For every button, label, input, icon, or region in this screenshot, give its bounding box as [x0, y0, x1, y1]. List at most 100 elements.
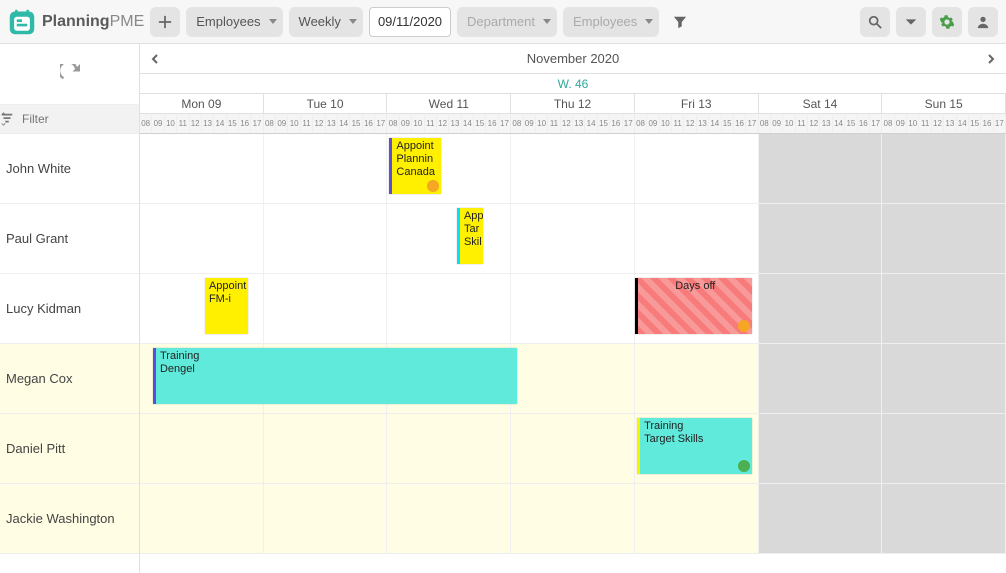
event-text: Days off — [642, 280, 748, 293]
chevron-down-icon — [543, 19, 551, 24]
prev-period-button[interactable] — [140, 44, 170, 74]
hour-header: 12 — [932, 114, 944, 133]
department-filter[interactable]: Department — [457, 7, 557, 37]
more-button[interactable] — [896, 7, 926, 37]
hour-header: 10 — [783, 114, 795, 133]
hour-header: 15 — [722, 114, 734, 133]
employees-filter[interactable]: Employees — [563, 7, 659, 37]
resource-type-select[interactable]: Employees — [186, 7, 282, 37]
schedule-row[interactable]: AppointFM-i Days off — [140, 274, 1006, 344]
hour-header: 16 — [610, 114, 622, 133]
hour-header: 15 — [350, 114, 362, 133]
hour-header: 12 — [190, 114, 202, 133]
hour-header: 16 — [239, 114, 251, 133]
app-name: PlanningPME — [42, 13, 144, 31]
status-badge — [427, 180, 439, 192]
filter-button[interactable] — [665, 7, 695, 37]
day-header[interactable]: Tue 10 — [264, 94, 388, 113]
hour-header: 16 — [981, 114, 993, 133]
schedule-row[interactable]: AppTarSkil — [140, 204, 1006, 274]
resource-row[interactable]: John White — [0, 134, 139, 204]
filter-row — [0, 104, 139, 134]
event-text: Training — [160, 350, 513, 363]
day-header[interactable]: Thu 12 — [511, 94, 635, 113]
hour-header: 11 — [672, 114, 684, 133]
resource-type-label: Employees — [196, 14, 260, 29]
day-header[interactable]: Sat 14 — [759, 94, 883, 113]
event[interactable]: TrainingTarget Skills — [637, 418, 752, 474]
refresh-button[interactable] — [0, 44, 139, 104]
hour-header: 13 — [449, 114, 461, 133]
day-header[interactable]: Mon 09 — [140, 94, 264, 113]
schedule-row[interactable]: TrainingTarget Skills — [140, 414, 1006, 484]
resource-row[interactable]: Megan Cox — [0, 344, 139, 414]
day-header-row: Mon 09Tue 10Wed 11Thu 12Fri 13Sat 14Sun … — [140, 94, 1006, 114]
event[interactable]: AppointFM-i — [205, 278, 248, 334]
event-text: Target Skills — [644, 433, 748, 446]
hour-header: 16 — [734, 114, 746, 133]
hour-header: 09 — [895, 114, 907, 133]
hour-header: 13 — [573, 114, 585, 133]
hour-header: 12 — [808, 114, 820, 133]
hour-header: 09 — [152, 114, 164, 133]
hour-header: 15 — [227, 114, 239, 133]
event-text: Training — [644, 420, 748, 433]
view-mode-select[interactable]: Weekly — [289, 7, 363, 37]
status-badge — [738, 320, 750, 332]
schedule-row[interactable]: TrainingDengel — [140, 344, 1006, 414]
hour-header: 08 — [635, 114, 647, 133]
resource-row[interactable]: Lucy Kidman — [0, 274, 139, 344]
event[interactable]: Days off — [635, 278, 752, 334]
resource-row[interactable]: Daniel Pitt — [0, 414, 139, 484]
event-text: Canada — [396, 166, 437, 179]
hour-header: 17 — [994, 114, 1006, 133]
event[interactable]: AppointPlanninCanada — [389, 138, 441, 194]
hour-header: 14 — [338, 114, 350, 133]
schedule-grid: November 2020 W. 46 Mon 09Tue 10Wed 11Th… — [140, 44, 1006, 573]
status-badge — [738, 460, 750, 472]
hour-header: 15 — [845, 114, 857, 133]
event[interactable]: TrainingDengel — [153, 348, 517, 404]
chevron-down-icon — [269, 19, 277, 24]
event-text: Plannin — [396, 153, 437, 166]
hour-header: 13 — [326, 114, 338, 133]
event-text: FM-i — [209, 293, 244, 306]
settings-button[interactable] — [932, 7, 962, 37]
day-header[interactable]: Fri 13 — [635, 94, 759, 113]
date-input[interactable]: 09/11/2020 — [369, 7, 451, 37]
hour-header: 09 — [524, 114, 536, 133]
event-text: Appoint — [209, 280, 244, 293]
department-label: Department — [467, 14, 535, 29]
hour-header: 13 — [944, 114, 956, 133]
hour-header: 17 — [375, 114, 387, 133]
schedule-row[interactable] — [140, 484, 1006, 554]
hour-header: 09 — [647, 114, 659, 133]
hour-header: 12 — [437, 114, 449, 133]
next-period-button[interactable] — [976, 44, 1006, 74]
resource-row[interactable]: Paul Grant — [0, 204, 139, 274]
hour-header: 10 — [660, 114, 672, 133]
app-logo: PlanningPME — [8, 8, 144, 36]
employees-label: Employees — [573, 14, 637, 29]
hour-header: 08 — [882, 114, 894, 133]
period-label: November 2020 — [527, 51, 620, 66]
hour-header: 15 — [598, 114, 610, 133]
resource-row[interactable]: Jackie Washington — [0, 484, 139, 554]
hour-header: 08 — [264, 114, 276, 133]
event-text: Skil — [464, 236, 479, 249]
search-button[interactable] — [860, 7, 890, 37]
add-button[interactable] — [150, 7, 180, 37]
user-button[interactable] — [968, 7, 998, 37]
schedule-row[interactable]: AppointPlanninCanada — [140, 134, 1006, 204]
day-header[interactable]: Sun 15 — [882, 94, 1006, 113]
day-header[interactable]: Wed 11 — [387, 94, 511, 113]
hour-header: 14 — [585, 114, 597, 133]
event[interactable]: AppTarSkil — [457, 208, 483, 264]
hour-header: 09 — [771, 114, 783, 133]
hour-header: 08 — [140, 114, 152, 133]
hour-header: 17 — [746, 114, 758, 133]
sort-icon[interactable] — [0, 112, 14, 126]
toolbar: PlanningPME Employees Weekly 09/11/2020 … — [0, 0, 1006, 44]
view-mode-label: Weekly — [299, 14, 341, 29]
hour-header: 10 — [536, 114, 548, 133]
